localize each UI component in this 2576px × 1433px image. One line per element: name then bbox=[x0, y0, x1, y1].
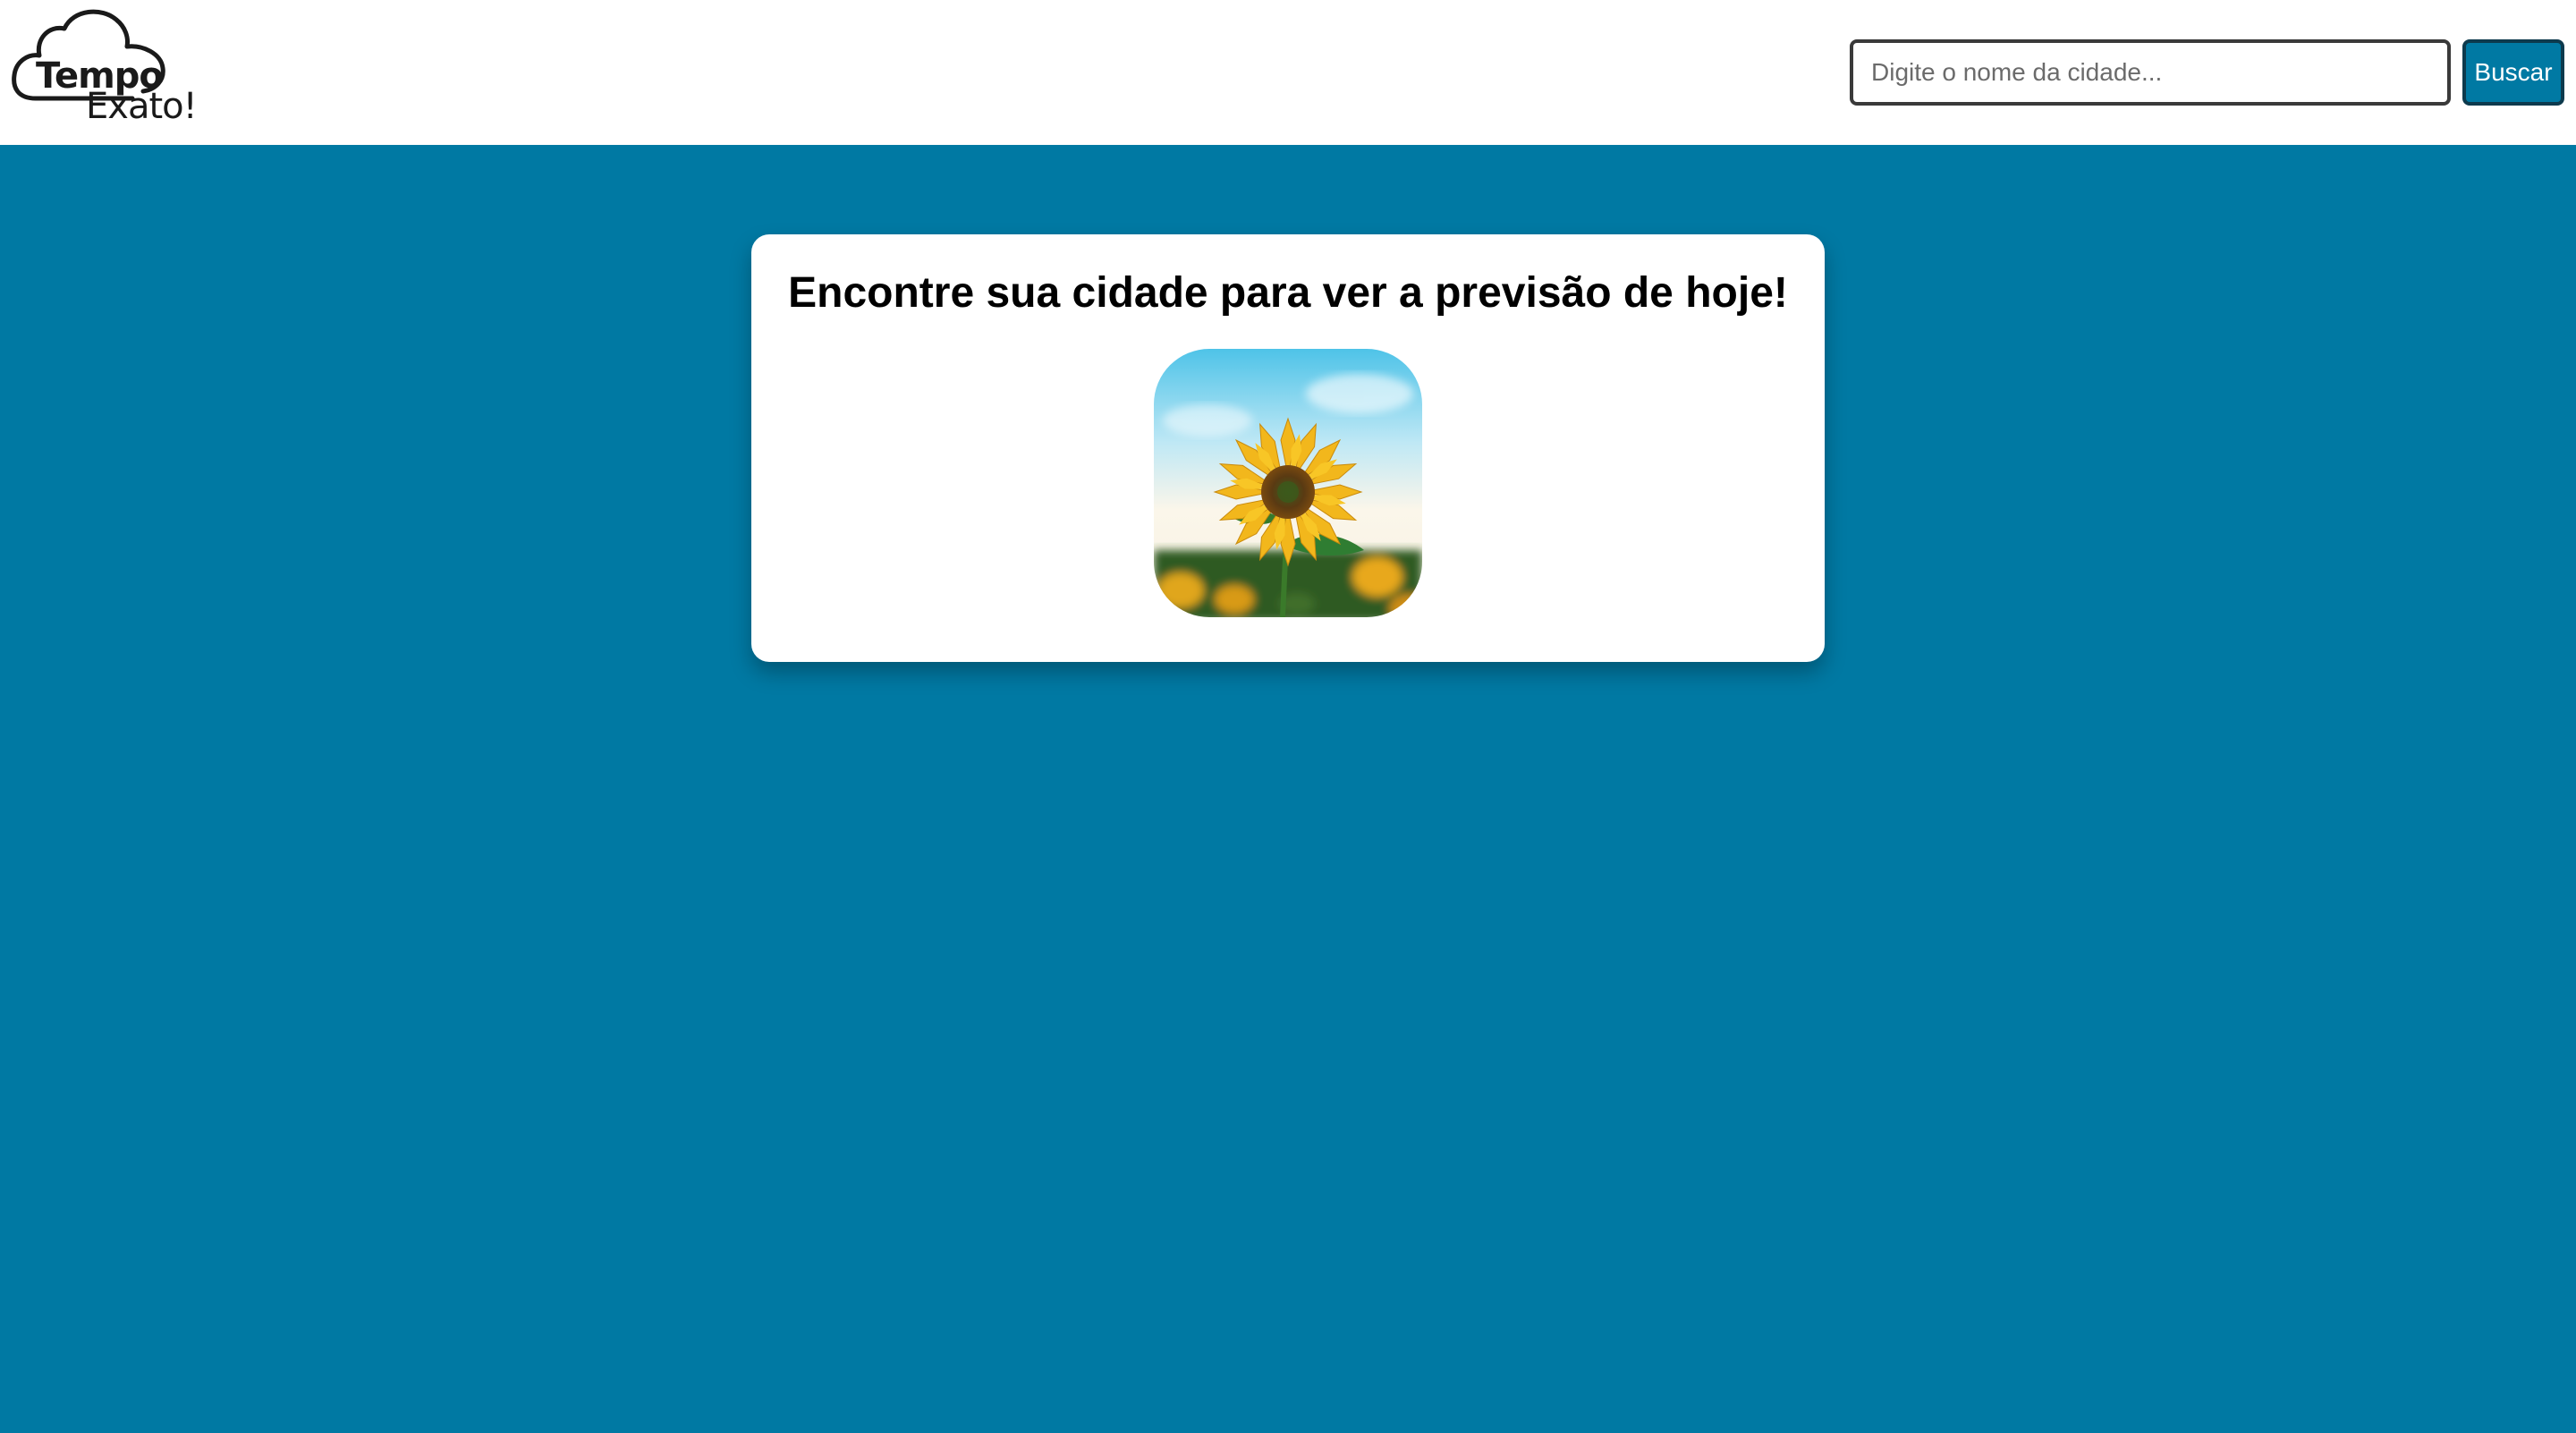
welcome-card: Encontre sua cidade para ver a previsão … bbox=[751, 234, 1825, 662]
sunflower-image bbox=[1154, 349, 1422, 617]
sunflower-icon bbox=[1154, 349, 1422, 617]
card-title: Encontre sua cidade para ver a previsão … bbox=[788, 269, 1788, 317]
top-header: Tempo Exato! Buscar bbox=[0, 0, 2576, 145]
logo: Tempo Exato! bbox=[9, 5, 198, 127]
city-search-input[interactable] bbox=[1850, 39, 2451, 106]
logo-text-exato: Exato! bbox=[86, 86, 198, 127]
search-button[interactable]: Buscar bbox=[2462, 39, 2564, 106]
